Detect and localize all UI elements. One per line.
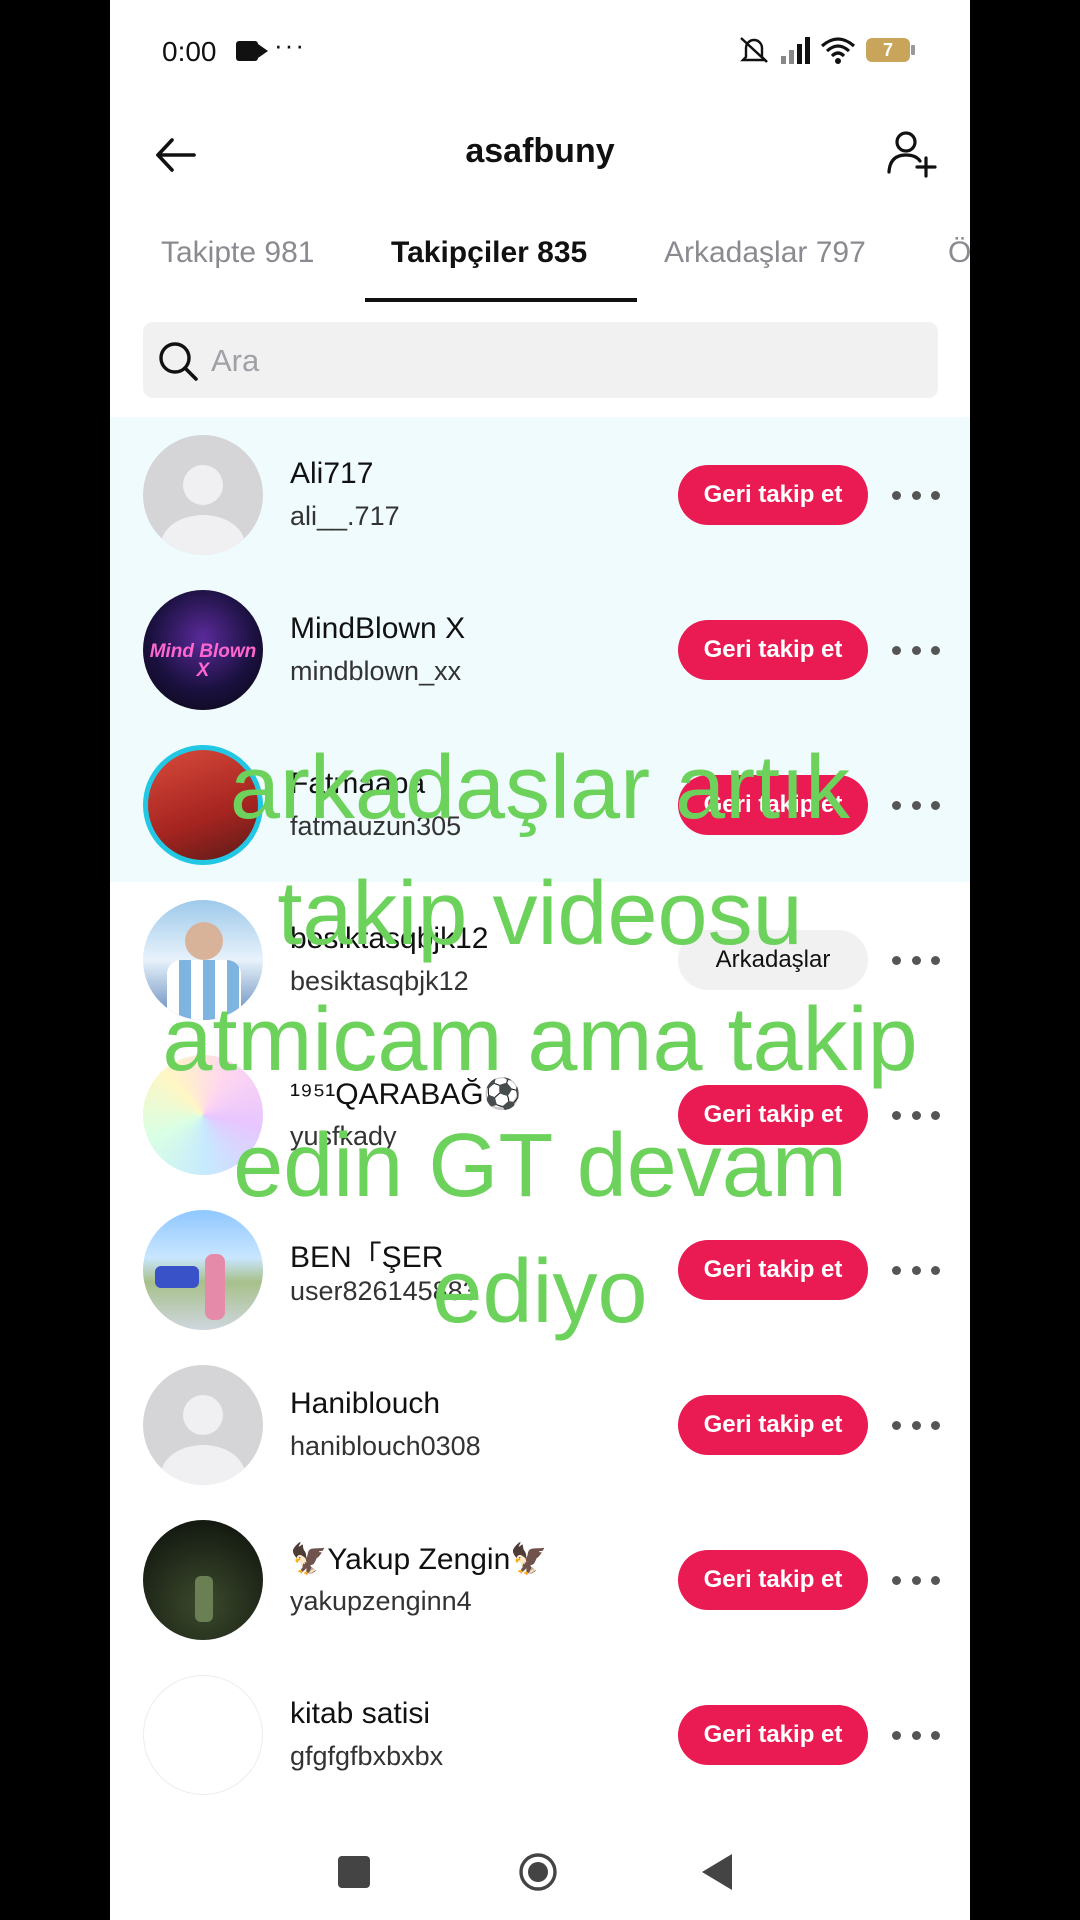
tab-following[interactable]: Takipte 981 [161,236,314,270]
add-user-icon[interactable] [884,126,940,182]
battery-indicator: 7 [866,38,915,62]
page-title: asafbuny [465,132,615,170]
user-handle: ali__.717 [290,501,400,531]
list-item[interactable]: Mind Blown X MindBlown X mindblown_xx Ge… [110,572,970,727]
nav-home-icon[interactable] [518,1852,558,1892]
avatar[interactable] [143,1520,263,1640]
follow-back-button[interactable]: Geri takip et [678,1705,868,1765]
search-icon [159,342,198,381]
avatar[interactable]: Mind Blown X [143,590,263,710]
list-item[interactable]: 🦅Yakup Zengin🦅 yakupzenginn4 Geri takip … [110,1502,970,1657]
avatar[interactable] [143,1365,263,1485]
user-name: Haniblouch [290,1387,441,1420]
more-icon[interactable] [892,481,940,509]
status-bar: 0:00 ··· 7 [110,0,970,100]
more-icon[interactable] [892,1566,940,1594]
status-indicators: 7 [737,32,915,68]
user-handle: gfgfgfbxbxbx [290,1741,444,1771]
search-input[interactable] [209,334,913,388]
follow-back-button[interactable]: Geri takip et [678,465,868,525]
list-item[interactable]: kitab satisi gfgfgfbxbxbx Geri takip et [110,1657,970,1812]
more-notifications-icon: ··· [274,30,306,60]
more-icon[interactable] [892,1721,940,1749]
avatar[interactable] [143,1675,263,1795]
user-name: MindBlown X [290,612,466,645]
cellular-signal-icon [781,36,810,64]
list-item[interactable]: Haniblouch haniblouch0308 Geri takip et [110,1347,970,1502]
list-item[interactable]: Ali717 ali__.717 Geri takip et [110,417,970,572]
follow-back-button[interactable]: Geri takip et [678,620,868,680]
wifi-icon [820,37,856,64]
user-handle: haniblouch0308 [290,1431,481,1461]
tab-followers[interactable]: Takipçiler 835 [391,236,587,270]
user-name: Ali717 [290,457,374,490]
avatar-logo-text: Mind Blown X [149,641,257,681]
follow-back-button[interactable]: Geri takip et [678,1550,868,1610]
user-name: kitab satisi [290,1697,431,1730]
more-icon[interactable] [892,1411,940,1439]
more-icon[interactable] [892,636,940,664]
phone-screen: 0:00 ··· 7 asafbuny Takipte 981 Takipçil… [110,0,970,1920]
follow-back-button[interactable]: Geri takip et [678,1395,868,1455]
header: asafbuny [110,110,970,200]
tab-bar: Takipte 981 Takipçiler 835 Arkadaşlar 79… [110,220,970,304]
overlay-caption: arkadaşlar artık takip videosu atmicam a… [162,738,918,1342]
tab-friends[interactable]: Arkadaşlar 797 [664,236,866,270]
search-bar[interactable] [143,322,938,398]
user-handle: mindblown_xx [290,656,462,686]
nav-back-icon[interactable] [700,1852,734,1892]
tab-more[interactable]: Ö [948,236,970,270]
user-handle: yakupzenginn4 [290,1586,472,1616]
navigation-bar [110,1840,970,1920]
user-name: 🦅Yakup Zengin🦅 [290,1543,548,1576]
status-time: 0:00 [162,36,217,67]
video-camera-icon [236,41,268,61]
active-tab-indicator [365,298,637,302]
nav-square-icon[interactable] [338,1856,370,1888]
avatar[interactable] [143,435,263,555]
mute-icon [740,37,768,63]
